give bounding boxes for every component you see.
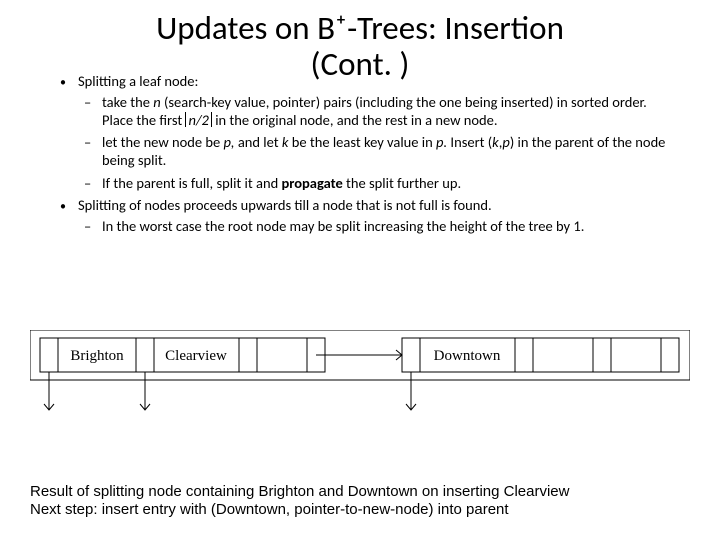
left-node: Brighton Clearview xyxy=(40,338,402,410)
sub-1a-text: take the n (search-key value, pointer) p… xyxy=(102,93,680,129)
sub-1c-text: If the parent is full, split it and prop… xyxy=(102,174,680,192)
cell-downtown: Downtown xyxy=(434,348,501,364)
caption-line1: Result of splitting node containing Brig… xyxy=(30,483,680,502)
cell-brighton: Brighton xyxy=(70,348,124,364)
right-node: Downtown xyxy=(402,338,679,410)
sub-2a: In the worst case the root node may be s… xyxy=(84,217,680,235)
bullet-2-text: Splitting of nodes proceeds upwards till… xyxy=(78,196,680,215)
bullet-dot-icon xyxy=(60,196,78,215)
slide-body: Splitting a leaf node: take the n (searc… xyxy=(60,72,680,239)
bullet-1: Splitting a leaf node: xyxy=(60,72,680,91)
sub-1a: take the n (search-key value, pointer) p… xyxy=(84,93,680,129)
sub-2a-text: In the worst case the root node may be s… xyxy=(102,217,680,235)
dash-icon xyxy=(84,133,102,169)
btree-diagram: Brighton Clearview Downtown xyxy=(30,330,690,420)
bullet-dot-icon xyxy=(60,72,78,91)
dash-icon xyxy=(84,174,102,192)
sub-1c: If the parent is full, split it and prop… xyxy=(84,174,680,192)
bullet-1-text: Splitting a leaf node: xyxy=(78,72,680,91)
btree-svg: Brighton Clearview Downtown xyxy=(30,330,690,420)
caption: Result of splitting node containing Brig… xyxy=(30,483,680,521)
ceil-left-icon xyxy=(185,112,186,127)
title-line1: Updates on B⁺-Trees: Insertion xyxy=(156,8,564,48)
sub-1b: let the new node be p, and let k be the … xyxy=(84,133,680,169)
dash-icon xyxy=(84,217,102,235)
cell-clearview: Clearview xyxy=(165,348,227,364)
dash-icon xyxy=(84,93,102,129)
caption-line2: Next step: insert entry with (Downtown, … xyxy=(30,501,680,520)
bullet-2: Splitting of nodes proceeds upwards till… xyxy=(60,196,680,215)
sub-1b-text: let the new node be p, and let k be the … xyxy=(102,133,680,169)
